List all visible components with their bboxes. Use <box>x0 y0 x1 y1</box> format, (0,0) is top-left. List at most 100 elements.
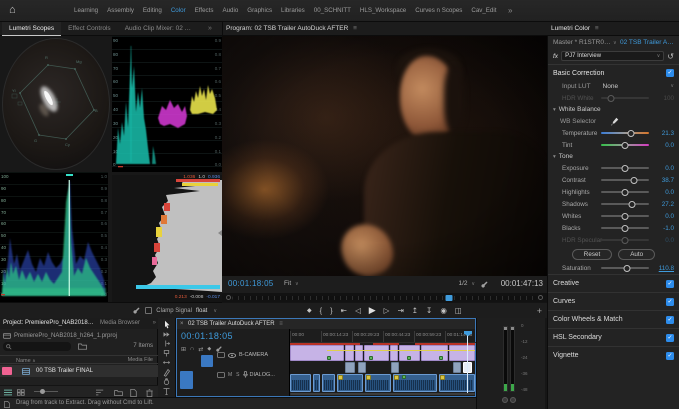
comparison-view-button[interactable]: ◫ <box>455 307 462 315</box>
export-frame-button[interactable]: ◉ <box>440 307 447 315</box>
slider-track[interactable] <box>601 191 649 193</box>
reset-effect-icon[interactable]: ↺ <box>667 52 674 61</box>
panel-tab-overflow-icon[interactable]: » <box>208 25 212 32</box>
zoom-level-select[interactable]: Fit ∨ <box>284 280 299 287</box>
home-icon[interactable]: ⌂ <box>9 4 16 16</box>
new-bin-icon[interactable] <box>114 389 123 396</box>
step-back-button[interactable]: ◁ <box>355 307 361 315</box>
slider-knob[interactable] <box>631 177 638 184</box>
opacity-rubber-band[interactable] <box>327 350 475 351</box>
track-lock-icon[interactable] <box>217 372 225 378</box>
scrubber-start-handle[interactable] <box>226 295 231 300</box>
nest-icon[interactable]: ⊞ <box>181 346 186 353</box>
slider-knob[interactable] <box>622 189 629 196</box>
section-checkbox[interactable]: ✓ <box>666 334 674 342</box>
panel-menu-icon[interactable]: ≡ <box>595 25 599 32</box>
slider-value[interactable]: 21.3 <box>653 130 674 137</box>
scrubber-playhead[interactable] <box>445 295 452 301</box>
meter-solo-button[interactable] <box>510 397 516 403</box>
tab-sequence[interactable]: 02 TSB Trailer AutoDuck AFTER ≡ <box>188 319 283 329</box>
slider-knob[interactable] <box>622 142 629 149</box>
sort-icon[interactable] <box>96 389 104 396</box>
slider-knob[interactable] <box>622 213 629 220</box>
settings-wrench-icon[interactable] <box>480 280 489 289</box>
slider-value[interactable]: 0.0 <box>653 213 674 220</box>
slider-track[interactable] <box>601 227 649 229</box>
workspace-tab[interactable]: Audio <box>220 7 240 14</box>
audio-clip[interactable] <box>322 374 335 392</box>
list-view-icon[interactable] <box>4 389 12 396</box>
search-input[interactable] <box>3 342 71 351</box>
icon-view-icon[interactable] <box>17 389 25 396</box>
video-clip[interactable] <box>355 345 363 361</box>
playback-resolution-select[interactable]: 1/2 ∨ <box>458 280 475 287</box>
input-lut-select[interactable]: None <box>603 83 619 90</box>
audio-clip[interactable] <box>290 374 311 392</box>
workspace-tab[interactable]: HLS_Workspace <box>358 7 408 14</box>
slider-value[interactable]: 0.0 <box>653 142 674 149</box>
column-media-file[interactable]: Media File <box>128 356 153 365</box>
section-checkbox[interactable]: ✓ <box>666 316 674 324</box>
workspace-tab[interactable]: Editing <box>141 7 164 14</box>
clamp-signal-checkbox[interactable] <box>145 307 152 314</box>
master-clip-select[interactable]: Master * R1STR004_180... <box>553 39 611 46</box>
tab-overflow-icon[interactable]: » <box>153 318 156 329</box>
track-visibility-eye-icon[interactable] <box>228 353 236 358</box>
slider-value[interactable]: 110.8 <box>653 265 674 272</box>
slider-track[interactable] <box>601 267 649 269</box>
reset-button[interactable]: Reset <box>572 249 612 260</box>
video-clip[interactable] <box>345 345 354 361</box>
video-clip[interactable] <box>345 362 355 373</box>
go-to-out-button[interactable]: ⇥ <box>397 307 403 315</box>
source-patch-video[interactable] <box>201 355 213 367</box>
slider-knob[interactable] <box>628 201 635 208</box>
timeline-ruler[interactable]: 00:0000:00:14:2300:00:29:2300:00:44:2300… <box>290 331 476 343</box>
mark-out-button[interactable]: } <box>330 307 333 315</box>
video-clip[interactable] <box>391 362 399 373</box>
panel-tab[interactable]: Lumetri Scopes <box>2 22 61 36</box>
lumetri-section[interactable]: HSL Secondary ✓ <box>548 328 679 346</box>
section-checkbox[interactable]: ✓ <box>666 352 674 360</box>
audio-clip[interactable] <box>313 374 320 392</box>
mark-in-button[interactable]: { <box>320 307 323 315</box>
razor-tool[interactable] <box>162 349 171 358</box>
panel-tab[interactable]: Effect Controls <box>61 22 118 36</box>
preset-select[interactable]: PJ7 Interview ∨ <box>561 51 664 61</box>
slider-track[interactable] <box>601 167 649 169</box>
lumetri-section[interactable]: Curves ✓ <box>548 292 679 310</box>
slider-knob[interactable] <box>628 130 635 137</box>
video-clip[interactable] <box>390 345 398 361</box>
tint-slider-track[interactable] <box>601 144 649 146</box>
close-icon[interactable]: × <box>180 319 184 329</box>
workspace-tab[interactable]: Assembly <box>105 7 136 14</box>
workspace-overflow-icon[interactable]: » <box>508 6 512 15</box>
source-patch-audio[interactable] <box>180 371 193 389</box>
slider-knob[interactable] <box>622 165 629 172</box>
solo-button[interactable]: S <box>236 372 239 378</box>
slider-track[interactable] <box>601 203 649 205</box>
lumetri-section[interactable]: Creative ✓ <box>548 274 679 292</box>
workspace-tab[interactable]: Libraries <box>279 7 307 14</box>
slider-knob[interactable] <box>607 95 614 102</box>
panel-menu-icon[interactable]: ≡ <box>279 321 283 327</box>
slider-track[interactable] <box>601 215 649 217</box>
lumetri-section[interactable]: Vignette ✓ <box>548 346 679 364</box>
slider-value[interactable]: 0.0 <box>653 237 674 244</box>
workspace-tab[interactable]: Cav_Edit <box>469 7 498 14</box>
slider-value[interactable]: 0.0 <box>653 165 674 172</box>
trash-icon[interactable] <box>146 389 153 397</box>
program-scrubber[interactable] <box>226 294 543 302</box>
slider-value[interactable]: 100 <box>653 95 674 102</box>
meter-mute-button[interactable] <box>502 397 508 403</box>
tab-media-browser[interactable]: Media Browser <box>100 318 140 329</box>
scrubber-track[interactable] <box>232 296 537 300</box>
step-forward-button[interactable]: ▷ <box>384 307 390 315</box>
ripple-edit-tool[interactable] <box>162 339 171 348</box>
zoom-slider-knob[interactable] <box>40 389 45 394</box>
tab-project[interactable]: Project: PremierePro_NAB2018_h264_1 <box>3 318 95 329</box>
white-balance-header[interactable]: ▾ White Balance <box>548 104 679 115</box>
track-lock-icon[interactable] <box>217 352 225 358</box>
audio-track-header[interactable]: M S DIALOG... <box>217 371 275 378</box>
slider-knob[interactable] <box>621 225 628 232</box>
panel-tab[interactable]: Audio Clip Mixer: 02 TSB Trailer AutoDuc… <box>118 22 202 36</box>
